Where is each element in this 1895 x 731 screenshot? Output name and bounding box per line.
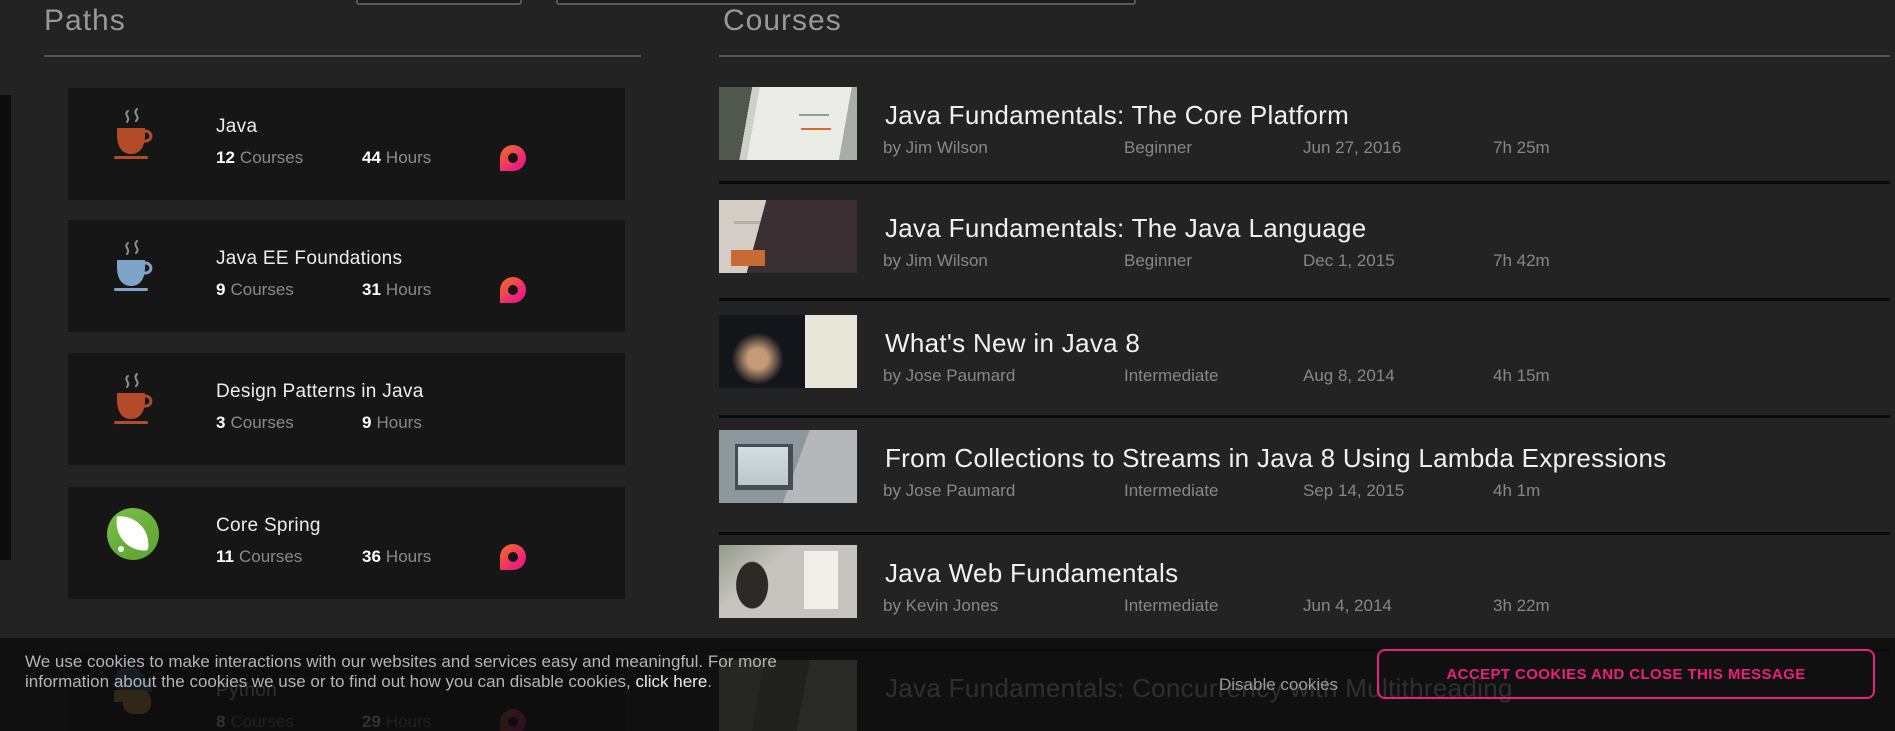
course-author: by Jim Wilson (883, 251, 988, 271)
paths-heading-rule (44, 55, 641, 57)
course-level: Intermediate (1124, 366, 1219, 386)
course-date: Aug 8, 2014 (1303, 366, 1395, 386)
course-level: Intermediate (1124, 481, 1219, 501)
paths-heading: Paths (44, 4, 126, 38)
course-thumbnail[interactable] (719, 545, 857, 618)
course-date: Sep 14, 2015 (1303, 481, 1404, 501)
course-duration: 4h 15m (1493, 366, 1550, 386)
cookie-banner: We use cookies to make interactions with… (0, 638, 1895, 731)
course-title[interactable]: What's New in Java 8 (885, 328, 1140, 359)
course-date: Jun 4, 2014 (1303, 596, 1392, 616)
course-row[interactable]: Java Fundamentals: The Core Platform by … (0, 87, 1895, 202)
course-author: by Jose Paumard (883, 481, 1015, 501)
course-date: Jun 27, 2016 (1303, 138, 1401, 158)
course-title[interactable]: Java Fundamentals: The Java Language (885, 213, 1367, 244)
course-thumbnail[interactable] (719, 87, 857, 160)
course-row[interactable]: What's New in Java 8 by Jose Paumard Int… (0, 315, 1895, 430)
course-duration: 3h 22m (1493, 596, 1550, 616)
accept-cookies-button[interactable]: ACCEPT COOKIES AND CLOSE THIS MESSAGE (1377, 649, 1875, 699)
course-author: by Kevin Jones (883, 596, 998, 616)
courses-heading: Courses (723, 4, 842, 38)
course-author: by Jim Wilson (883, 138, 988, 158)
course-duration: 7h 25m (1493, 138, 1550, 158)
cookie-message: We use cookies to make interactions with… (25, 652, 777, 692)
page: Paths Java 12Courses 44Hours Java EE Fo (0, 0, 1895, 731)
cookie-message-line1: We use cookies to make interactions with… (25, 652, 777, 671)
course-thumbnail[interactable] (719, 315, 857, 388)
course-thumbnail[interactable] (719, 200, 857, 273)
cutoff-filter-box-1[interactable] (356, 0, 522, 5)
cutoff-filter-box-2[interactable] (556, 0, 1136, 5)
course-title[interactable]: From Collections to Streams in Java 8 Us… (885, 443, 1667, 474)
course-title[interactable]: Java Web Fundamentals (885, 558, 1178, 589)
courses-heading-rule (719, 55, 1890, 57)
course-level: Beginner (1124, 251, 1192, 271)
course-date: Dec 1, 2015 (1303, 251, 1395, 271)
cookie-message-line2: information about the cookies we use or … (25, 672, 635, 691)
course-thumbnail[interactable] (719, 430, 857, 503)
course-duration: 4h 1m (1493, 481, 1540, 501)
course-author: by Jose Paumard (883, 366, 1015, 386)
course-title[interactable]: Java Fundamentals: The Core Platform (885, 100, 1349, 131)
cookie-click-here-link[interactable]: click here (635, 672, 707, 691)
course-row[interactable]: Java Fundamentals: The Java Language by … (0, 200, 1895, 315)
course-level: Intermediate (1124, 596, 1219, 616)
course-level: Beginner (1124, 138, 1192, 158)
course-row[interactable]: From Collections to Streams in Java 8 Us… (0, 430, 1895, 545)
course-duration: 7h 42m (1493, 251, 1550, 271)
disable-cookies-link[interactable]: Disable cookies (1219, 675, 1338, 695)
cookie-message-period: . (707, 672, 712, 691)
